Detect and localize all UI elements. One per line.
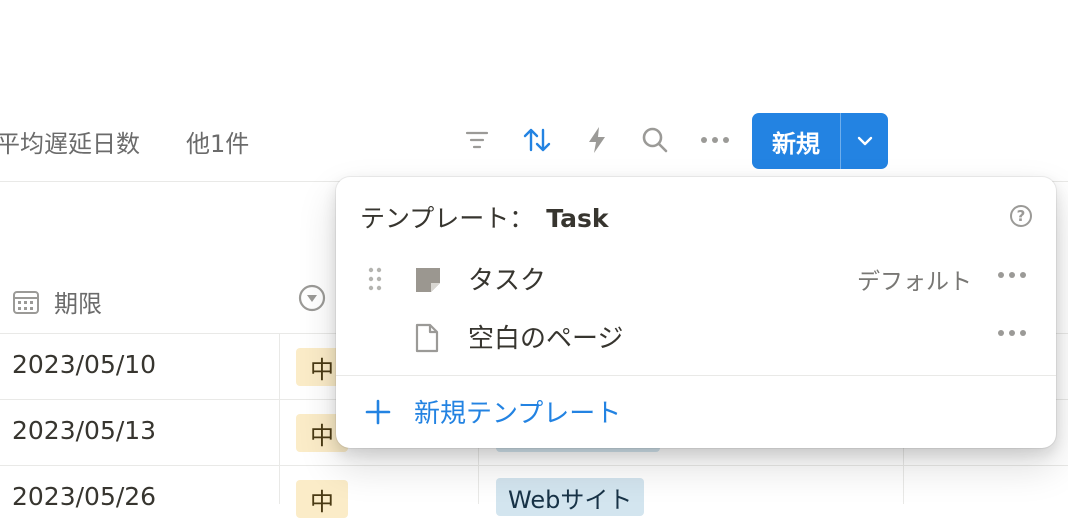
- category-tag[interactable]: Webサイト: [496, 478, 645, 516]
- column-header-priority[interactable]: [298, 284, 326, 312]
- new-template-label: 新規テンプレート: [414, 399, 622, 429]
- chevron-down-icon: [857, 136, 872, 146]
- template-menu: テンプレート： Task ? タスク デフォルト 空白のページ 新規テンプレート: [336, 177, 1056, 448]
- column-header-label: 期限: [54, 290, 102, 318]
- due-date-cell[interactable]: 2023/05/13: [12, 416, 156, 445]
- select-icon: [298, 284, 326, 312]
- drag-handle-icon[interactable]: [368, 266, 382, 292]
- view-tab-average-delay[interactable]: 平均遅延日数: [0, 124, 140, 159]
- priority-tag[interactable]: 中: [296, 480, 348, 518]
- template-title-prefix: テンプレート：: [360, 204, 535, 233]
- template-menu-title: テンプレート： Task: [360, 199, 608, 235]
- new-dropdown-button[interactable]: [841, 113, 888, 169]
- new-template-button[interactable]: 新規テンプレート: [364, 393, 621, 430]
- calendar-icon: [13, 290, 39, 314]
- template-item-label: 空白のページ: [468, 324, 624, 354]
- blank-page-icon: [415, 323, 439, 353]
- template-page-icon: [416, 268, 440, 292]
- view-tab-more[interactable]: 他1件: [186, 124, 249, 159]
- new-button[interactable]: 新規: [752, 113, 840, 169]
- due-date-cell[interactable]: 2023/05/26: [12, 482, 156, 511]
- template-item-task[interactable]: タスク デフォルト: [336, 252, 1056, 308]
- template-menu-divider: [336, 375, 1056, 376]
- template-item-label: タスク: [468, 266, 547, 296]
- plus-icon: [365, 399, 391, 424]
- more-icon[interactable]: [698, 122, 732, 158]
- column-header-due-date[interactable]: 期限: [12, 284, 102, 319]
- template-item-blank[interactable]: 空白のページ: [336, 310, 1056, 366]
- row-divider: [0, 465, 1068, 466]
- help-icon[interactable]: ?: [1010, 205, 1032, 227]
- template-title-name: Task: [546, 204, 609, 233]
- default-badge: デフォルト: [857, 269, 972, 295]
- filter-icon[interactable]: [460, 122, 494, 158]
- new-button-group: 新規: [752, 113, 888, 169]
- search-icon[interactable]: [638, 122, 672, 158]
- column-divider: [279, 333, 280, 504]
- lightning-icon[interactable]: [580, 122, 614, 158]
- sort-icon[interactable]: [520, 122, 554, 158]
- due-date-cell[interactable]: 2023/05/10: [12, 350, 156, 379]
- more-icon[interactable]: [998, 330, 1026, 336]
- more-icon[interactable]: [998, 272, 1026, 278]
